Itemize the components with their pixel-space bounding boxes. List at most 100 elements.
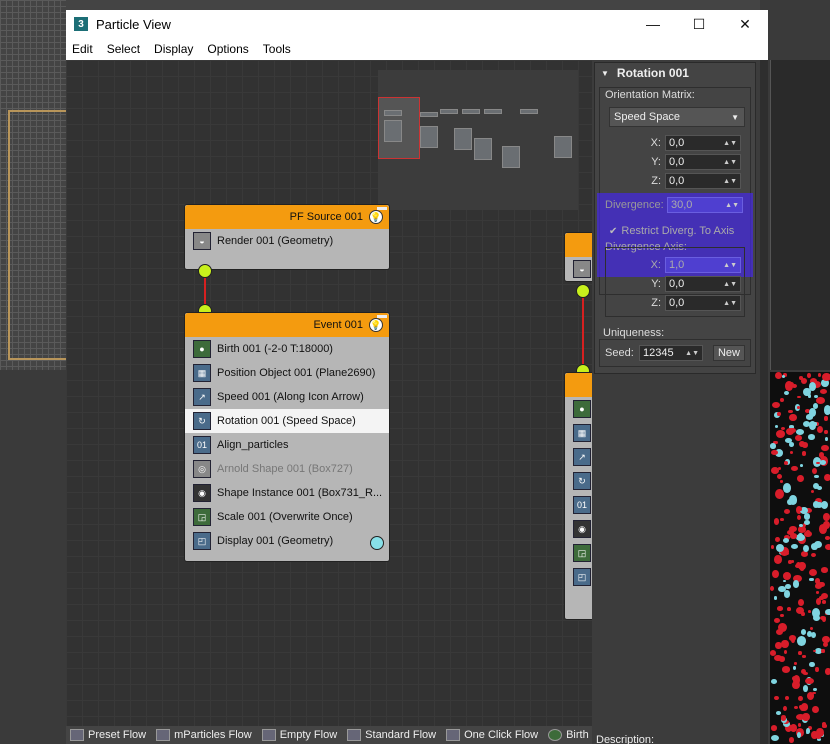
particle-dot (816, 728, 825, 737)
axis-z-spinner[interactable]: 0,0 ▲▼ (665, 295, 741, 311)
close-button[interactable]: ✕ (722, 10, 768, 38)
maximize-button[interactable]: ☐ (676, 10, 722, 38)
particle-dot (817, 425, 824, 434)
y-spinner[interactable]: 0,0 ▲▼ (665, 154, 741, 170)
spinner-arrows-icon[interactable]: ▲▼ (723, 159, 737, 166)
particle-dot (773, 596, 778, 600)
event-node[interactable]: Event 001 💡 ● Birth 001 (-2-0 T:18000) ▦… (184, 312, 390, 562)
operator-align-particles[interactable]: 01 Align_particles (185, 433, 389, 457)
minimize-button[interactable]: — (630, 10, 676, 38)
checkmark-icon[interactable]: ✔ (609, 226, 617, 237)
collapse-triangle-icon: ▼ (601, 68, 609, 78)
operator-render[interactable]: ◒ Render 001 (Geometry) (185, 229, 389, 253)
flow-icon (70, 729, 84, 741)
event-header[interactable]: Event 001 💡 (185, 313, 389, 337)
particle-dot (809, 569, 818, 577)
operator-birth[interactable]: ● Birth 001 (-2-0 T:18000) (185, 337, 389, 361)
spinner-arrows-icon[interactable]: ▲▼ (723, 140, 737, 147)
nav-node (454, 128, 472, 150)
particle-dot (789, 414, 797, 421)
depot-mparticles-flow[interactable]: mParticles Flow (156, 729, 252, 741)
spinner-arrows-icon[interactable]: ▲▼ (723, 300, 737, 307)
particle-graph[interactable]: PF Source 001 💡 ◒ Render 001 (Geometry) … (66, 60, 592, 726)
spinner-arrows-icon[interactable]: ▲▼ (685, 350, 699, 357)
partial-node-bottom[interactable]: ● ▦ ↗ ↻ 01 ◉ ◲ ◰ (564, 372, 592, 620)
menu-options[interactable]: Options (207, 42, 248, 56)
operator-arnold-shape[interactable]: ◎ Arnold Shape 001 (Box727) (185, 457, 389, 481)
partial-operator[interactable]: ◉ (565, 517, 592, 541)
minimize-node-icon[interactable] (377, 315, 387, 318)
particle-dot (820, 567, 828, 573)
operator-position-object[interactable]: ▦ Position Object 001 (Plane2690) (185, 361, 389, 385)
depot-empty-flow[interactable]: Empty Flow (261, 729, 337, 741)
operator-speed[interactable]: ↗ Speed 001 (Along Icon Arrow) (185, 385, 389, 409)
axis-z-value: 0,0 (669, 297, 685, 309)
particle-dot (825, 536, 830, 540)
depot-standard-flow[interactable]: Standard Flow (347, 729, 436, 741)
operator-rotation[interactable]: ↻ Rotation 001 (Speed Space) (185, 409, 389, 433)
axis-x-label: X: (650, 259, 661, 271)
partial-operator[interactable]: ◲ (565, 541, 592, 565)
spinner-arrows-icon[interactable]: ▲▼ (723, 281, 737, 288)
particle-dot (805, 530, 810, 534)
lightbulb-icon[interactable]: 💡 (369, 210, 383, 224)
operator-scale[interactable]: ◲ Scale 001 (Overwrite Once) (185, 505, 389, 529)
output-port[interactable] (198, 264, 212, 278)
description-label: Description: (596, 734, 655, 744)
spinner-arrows-icon[interactable]: ▲▼ (725, 202, 739, 209)
output-port[interactable] (370, 536, 384, 550)
orientation-dropdown[interactable]: Speed Space ▼ (609, 107, 745, 127)
particle-dot (790, 451, 794, 454)
axis-y-row: Y: 0,0 ▲▼ (609, 276, 741, 292)
lightbulb-icon[interactable]: 💡 (369, 318, 383, 332)
menu-edit[interactable]: Edit (72, 42, 93, 56)
particle-view-window: 3 Particle View — ☐ ✕ Edit Select Displa… (66, 10, 768, 744)
particle-dot (805, 727, 811, 734)
title-bar[interactable]: 3 Particle View — ☐ ✕ (66, 10, 768, 38)
menu-select[interactable]: Select (107, 42, 140, 56)
partial-operator[interactable]: ● (565, 397, 592, 421)
minimize-node-icon[interactable] (377, 207, 387, 210)
partial-operator[interactable]: ↗ (565, 445, 592, 469)
axis-y-label: Y: (651, 278, 661, 290)
rollout-header[interactable]: ▼ Rotation 001 (595, 63, 755, 83)
pf-source-node[interactable]: PF Source 001 💡 ◒ Render 001 (Geometry) (184, 204, 390, 270)
particle-dot (791, 383, 798, 389)
depot-one-click-flow[interactable]: One Click Flow (446, 729, 538, 741)
viewport-right-dark (770, 60, 830, 370)
partial-operator[interactable]: ◒ (565, 257, 592, 281)
rotation-icon: ↻ (573, 472, 591, 490)
partial-operator[interactable]: ▦ (565, 421, 592, 445)
menu-display[interactable]: Display (154, 42, 193, 56)
operator-label: Shape Instance 001 (Box731_R... (217, 487, 383, 499)
partial-node-header[interactable] (565, 373, 592, 397)
new-seed-button[interactable]: New (713, 345, 745, 361)
axis-y-spinner[interactable]: 0,0 ▲▼ (665, 276, 741, 292)
menu-tools[interactable]: Tools (263, 42, 291, 56)
restrict-checkbox-row[interactable]: ✔ Restrict Diverg. To Axis (609, 225, 734, 237)
partial-node-top[interactable]: ◒ (564, 232, 592, 282)
depot-preset-flow[interactable]: Preset Flow (70, 729, 146, 741)
particle-dot (794, 662, 798, 665)
spinner-arrows-icon[interactable]: ▲▼ (723, 262, 737, 269)
operator-label: Arnold Shape 001 (Box727) (217, 463, 353, 475)
particle-dot (775, 710, 782, 716)
particle-dot (808, 610, 812, 614)
partial-operator[interactable]: 01 (565, 493, 592, 517)
operator-shape-instance[interactable]: ◉ Shape Instance 001 (Box731_R... (185, 481, 389, 505)
output-port[interactable] (576, 284, 590, 298)
x-spinner[interactable]: 0,0 ▲▼ (665, 135, 741, 151)
graph-navigator[interactable] (378, 70, 578, 210)
spinner-arrows-icon[interactable]: ▲▼ (723, 178, 737, 185)
operator-display[interactable]: ◰ Display 001 (Geometry) (185, 529, 389, 553)
z-spinner[interactable]: 0,0 ▲▼ (665, 173, 741, 189)
divergence-spinner[interactable]: 30,0 ▲▼ (667, 197, 743, 213)
axis-x-spinner[interactable]: 1,0 ▲▼ (665, 257, 741, 273)
seed-spinner[interactable]: 12345 ▲▼ (639, 345, 703, 361)
pf-source-header[interactable]: PF Source 001 💡 (185, 205, 389, 229)
partial-operator[interactable]: ◰ (565, 565, 592, 589)
particle-dot (819, 389, 827, 395)
partial-operator[interactable]: ↻ (565, 469, 592, 493)
depot-birth[interactable]: Birth (548, 729, 589, 741)
partial-node-header[interactable] (565, 233, 592, 257)
